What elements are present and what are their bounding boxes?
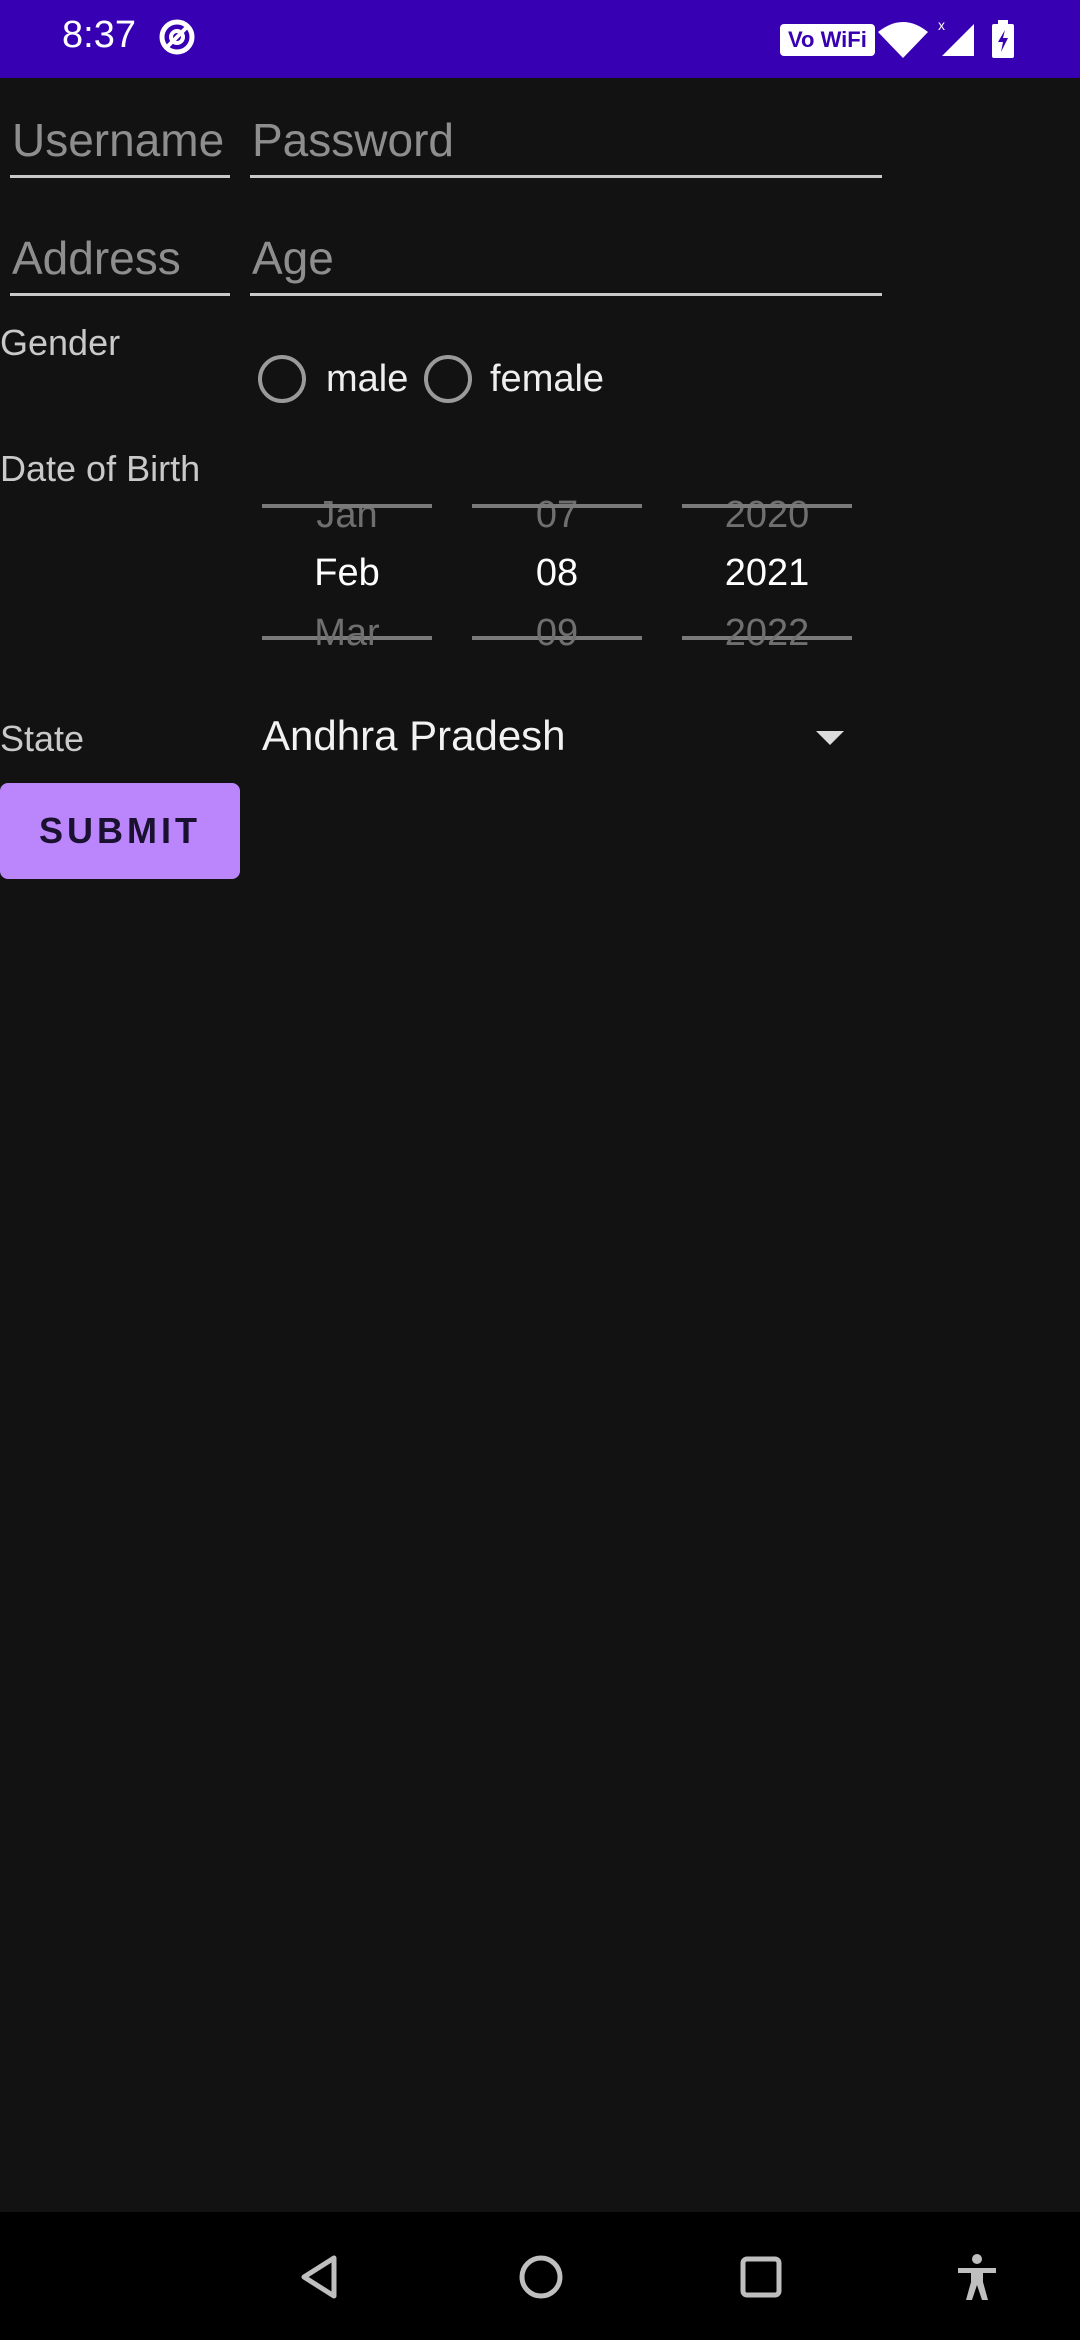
- username-field[interactable]: Username: [10, 110, 230, 178]
- day-picker[interactable]: 07 08 09: [472, 490, 642, 660]
- year-picker[interactable]: 2020 2021 2022: [682, 490, 852, 660]
- month-prev[interactable]: Jan: [262, 494, 432, 537]
- accessibility-icon[interactable]: [952, 2252, 1002, 2302]
- age-placeholder: Age: [252, 232, 334, 284]
- age-field[interactable]: Age: [250, 228, 882, 296]
- month-picker[interactable]: Jan Feb Mar: [262, 490, 432, 660]
- radio-female-label[interactable]: female: [490, 358, 604, 401]
- day-next[interactable]: 09: [472, 612, 642, 655]
- submit-button[interactable]: SUBMIT: [0, 783, 240, 879]
- dropdown-arrow-icon[interactable]: [816, 731, 844, 745]
- password-field[interactable]: Password: [250, 110, 882, 178]
- address-placeholder: Address: [12, 232, 181, 284]
- signal-icon: x: [938, 18, 974, 56]
- do-not-disturb-icon: [159, 19, 195, 55]
- day-prev[interactable]: 07: [472, 494, 642, 537]
- month-selected[interactable]: Feb: [262, 552, 432, 595]
- battery-charging-icon: [992, 20, 1014, 58]
- state-label: State: [0, 718, 85, 759]
- day-divider-top: [472, 504, 642, 508]
- dob-label: Date of Birth: [0, 448, 201, 489]
- radio-male[interactable]: [258, 355, 306, 403]
- home-icon[interactable]: [516, 2252, 566, 2302]
- address-field[interactable]: Address: [10, 228, 230, 296]
- recents-icon[interactable]: [736, 2252, 786, 2302]
- submit-button-label: SUBMIT: [39, 810, 201, 851]
- status-time: 8:37: [62, 14, 136, 56]
- navigation-bar: [0, 2212, 1080, 2340]
- wifi-icon: [878, 22, 928, 58]
- status-bar: 8:37 Vo WiFi x: [0, 0, 1080, 78]
- month-divider-top: [262, 504, 432, 508]
- vowifi-badge: Vo WiFi: [780, 24, 875, 56]
- radio-female[interactable]: [424, 355, 472, 403]
- year-divider-top: [682, 504, 852, 508]
- year-next[interactable]: 2022: [682, 612, 852, 655]
- day-selected[interactable]: 08: [472, 552, 642, 595]
- state-spinner-value[interactable]: Andhra Pradesh: [262, 712, 566, 760]
- password-placeholder: Password: [252, 114, 454, 166]
- svg-text:x: x: [938, 18, 945, 33]
- year-prev[interactable]: 2020: [682, 494, 852, 537]
- month-next[interactable]: Mar: [262, 612, 432, 655]
- username-placeholder: Username: [12, 114, 225, 166]
- back-icon[interactable]: [296, 2252, 346, 2302]
- gender-label: Gender: [0, 322, 121, 363]
- radio-male-label[interactable]: male: [326, 358, 408, 401]
- year-selected[interactable]: 2021: [682, 552, 852, 595]
